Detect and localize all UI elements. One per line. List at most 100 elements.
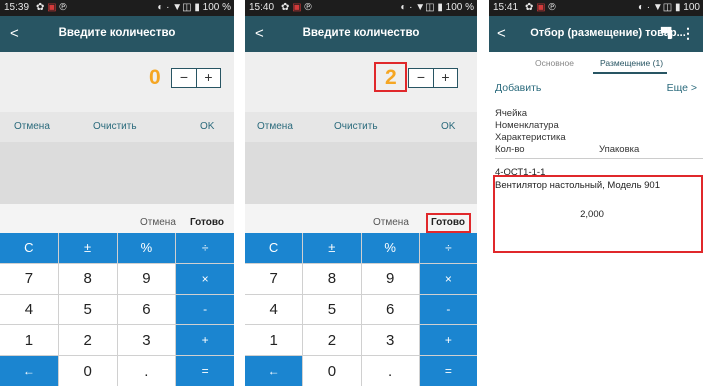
key-backspace[interactable]: ← <box>0 356 58 386</box>
empty-area <box>0 142 234 204</box>
status-icons: ✿ ▣ ℗ <box>281 2 312 13</box>
status-time: 15:40 <box>249 2 275 13</box>
key-plus[interactable]: + <box>176 325 234 356</box>
tab-main[interactable]: Основное <box>535 58 574 68</box>
key-0[interactable]: 0 <box>58 356 117 386</box>
more-button[interactable]: Еще > <box>667 82 697 94</box>
action-row: Отмена Очистить OK <box>0 112 234 142</box>
key-6[interactable]: 6 <box>361 294 419 325</box>
key-divide[interactable]: ÷ <box>176 233 234 263</box>
key-multiply[interactable]: × <box>176 263 234 294</box>
key-0[interactable]: 0 <box>303 356 361 386</box>
key-plus-minus[interactable]: ± <box>58 233 117 263</box>
key-3[interactable]: 3 <box>117 325 176 356</box>
key-clear[interactable]: C <box>0 233 58 263</box>
minus-button[interactable]: − <box>172 69 196 87</box>
header-cell: Ячейка <box>495 108 528 119</box>
numeric-keypad: C ± % ÷ 7 8 9 × 4 5 6 - 1 2 3 + ← 0 . = <box>0 233 234 386</box>
empty-area <box>245 142 477 204</box>
key-8[interactable]: 8 <box>303 263 361 294</box>
status-bar: 15:39 ✿ ▣ ℗ ◐ · ▼◫ ▮ 100 % <box>0 0 234 16</box>
quantity-stepper[interactable]: − + <box>171 68 221 88</box>
phone-screen-1: 15:39 ✿ ▣ ℗ ◐ · ▼◫ ▮ 100 % < Введите кол… <box>0 0 234 386</box>
flag-icon[interactable]: ▀▌ <box>661 28 675 39</box>
keyboard-toolbar: Отмена Готово <box>245 211 477 235</box>
key-4[interactable]: 4 <box>0 294 58 325</box>
key-2[interactable]: 2 <box>303 325 361 356</box>
key-9[interactable]: 9 <box>117 263 176 294</box>
key-5[interactable]: 5 <box>58 294 117 325</box>
key-clear[interactable]: C <box>245 233 303 263</box>
quantity-stepper[interactable]: − + <box>408 68 458 88</box>
clear-button[interactable]: Очистить <box>334 121 378 132</box>
key-equals[interactable]: = <box>419 356 477 386</box>
status-time: 15:41 <box>493 2 519 13</box>
tab-bar: Основное Размещение (1) <box>489 52 703 74</box>
header-pack: Упаковка <box>599 144 640 155</box>
keyboard-toolbar: Отмена Готово <box>0 211 234 235</box>
status-icons: ✿ ▣ ℗ <box>36 2 67 13</box>
key-equals[interactable]: = <box>176 356 234 386</box>
cancel-button[interactable]: Отмена <box>257 121 293 132</box>
keyboard-cancel-button[interactable]: Отмена <box>140 217 176 228</box>
key-7[interactable]: 7 <box>245 263 303 294</box>
key-minus[interactable]: - <box>176 294 234 325</box>
status-bar: 15:41 ✿ ▣ ℗ ◐ · ▼◫ ▮ 100 <box>489 0 703 16</box>
key-5[interactable]: 5 <box>303 294 361 325</box>
add-button[interactable]: Добавить <box>495 82 541 94</box>
key-6[interactable]: 6 <box>117 294 176 325</box>
back-arrow-icon[interactable]: < <box>497 25 506 42</box>
key-plus[interactable]: + <box>419 325 477 356</box>
ok-button[interactable]: OK <box>200 121 214 132</box>
header-characteristic: Характеристика <box>495 132 566 143</box>
key-4[interactable]: 4 <box>245 294 303 325</box>
key-multiply[interactable]: × <box>419 263 477 294</box>
key-7[interactable]: 7 <box>0 263 58 294</box>
column-headers: Ячейка Номенклатура Характеристика Кол-в… <box>489 100 703 159</box>
quantity-value[interactable]: 0 <box>149 66 161 90</box>
header-qty: Кол-во <box>495 144 525 155</box>
key-dot[interactable]: . <box>361 356 419 386</box>
more-vert-icon[interactable]: ⋮ <box>681 25 695 42</box>
clear-button[interactable]: Очистить <box>93 121 137 132</box>
cancel-button[interactable]: Отмена <box>14 121 50 132</box>
status-time: 15:39 <box>4 2 30 13</box>
plus-button[interactable]: + <box>433 69 457 87</box>
key-divide[interactable]: ÷ <box>419 233 477 263</box>
tab-placement[interactable]: Размещение (1) <box>600 58 663 68</box>
key-1[interactable]: 1 <box>0 325 58 356</box>
highlight-box-quantity <box>374 62 407 92</box>
action-row: Отмена Очистить OK <box>245 112 477 142</box>
key-8[interactable]: 8 <box>58 263 117 294</box>
header-qty-row: Кол-во Упаковка <box>495 144 703 158</box>
minus-button[interactable]: − <box>409 69 433 87</box>
status-icons: ✿ ▣ ℗ <box>525 2 556 13</box>
key-1[interactable]: 1 <box>245 325 303 356</box>
highlight-box-done <box>426 213 471 233</box>
quantity-area: 2 − + <box>245 52 477 112</box>
plus-button[interactable]: + <box>196 69 220 87</box>
app-bar: < Введите количество <box>0 16 234 52</box>
status-right: ◐ · ▼◫ ▮ 100 % <box>157 2 231 13</box>
key-3[interactable]: 3 <box>361 325 419 356</box>
phone-screen-3: 15:41 ✿ ▣ ℗ ◐ · ▼◫ ▮ 100 < Отбор (размещ… <box>489 0 703 386</box>
app-bar: < Отбор (размещение) товар... ▀▌ ⋮ <box>489 16 703 52</box>
key-plus-minus[interactable]: ± <box>303 233 361 263</box>
keyboard-done-button[interactable]: Готово <box>190 217 224 228</box>
numeric-keypad: C ± % ÷ 7 8 9 × 4 5 6 - 1 2 3 + ← 0 . = <box>245 233 477 386</box>
quantity-area: 0 − + <box>0 52 234 112</box>
status-bar: 15:40 ✿ ▣ ℗ ◐ · ▼◫ ▮ 100 % <box>245 0 477 16</box>
key-9[interactable]: 9 <box>361 263 419 294</box>
page-title: Введите количество <box>302 27 420 39</box>
key-minus[interactable]: - <box>419 294 477 325</box>
key-2[interactable]: 2 <box>58 325 117 356</box>
key-dot[interactable]: . <box>117 356 176 386</box>
key-backspace[interactable]: ← <box>245 356 303 386</box>
ok-button[interactable]: OK <box>441 121 455 132</box>
key-percent[interactable]: % <box>361 233 419 263</box>
key-percent[interactable]: % <box>117 233 176 263</box>
keyboard-cancel-button[interactable]: Отмена <box>373 217 409 228</box>
app-bar: < Введите количество <box>245 16 477 52</box>
page-title: Введите количество <box>58 27 176 39</box>
highlight-box-record <box>493 175 703 253</box>
